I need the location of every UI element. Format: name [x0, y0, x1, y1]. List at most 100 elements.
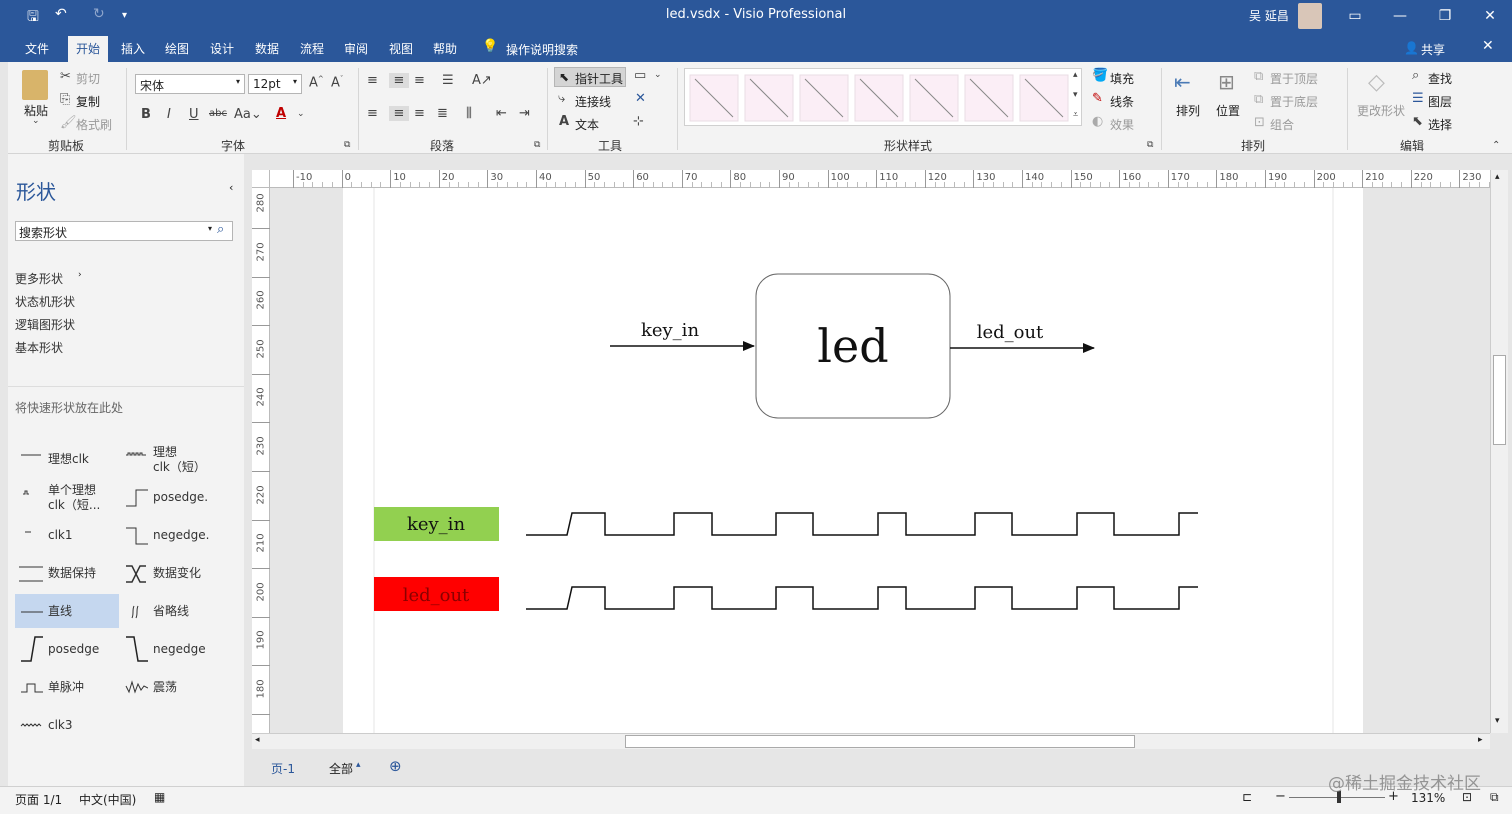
select-icon[interactable]: ⬉	[1412, 114, 1423, 129]
arrange-button[interactable]: 排列	[1176, 102, 1200, 119]
stencil-data-change[interactable]: 数据变化	[120, 556, 224, 590]
underline-icon[interactable]: U	[189, 107, 199, 122]
language-indicator[interactable]: 中文(中国)	[79, 791, 136, 808]
stencil-straight-line[interactable]: 直线	[15, 594, 119, 628]
gallery-scroll-down-icon[interactable]: ▾	[1073, 90, 1078, 100]
align-top-icon[interactable]: ≡	[367, 73, 378, 88]
tab-view[interactable]: 视图	[381, 38, 421, 59]
layers-button[interactable]: 图层	[1428, 93, 1452, 110]
align-middle-icon[interactable]: ≡	[389, 73, 409, 88]
position-button[interactable]: 位置	[1216, 102, 1240, 119]
align-bottom-icon[interactable]: ≡	[414, 73, 425, 88]
shape-style-swatches[interactable]	[685, 69, 1083, 127]
block-label[interactable]: led	[817, 319, 888, 373]
arrange-icon[interactable]: ⇤	[1174, 70, 1191, 94]
stencil-negedge[interactable]: negedge	[120, 632, 224, 666]
connector-icon[interactable]: ⤷	[558, 91, 565, 106]
tab-review[interactable]: 审阅	[336, 38, 376, 59]
decrease-indent-icon[interactable]: ⇤	[496, 106, 507, 121]
search-shapes-input[interactable]: 搜索形状 ▾ ⌕	[15, 221, 233, 241]
fill-icon[interactable]: 🪣	[1092, 68, 1108, 83]
close-x-icon[interactable]: ✕	[635, 91, 646, 106]
bring-front-icon[interactable]: ⧉	[1254, 69, 1263, 84]
format-painter-icon[interactable]: 🖌	[60, 115, 77, 130]
change-case-icon[interactable]: Aa⌄	[234, 107, 262, 122]
tab-data[interactable]: 数据	[247, 38, 287, 59]
presentation-mode-icon[interactable]: ⊏	[1242, 790, 1252, 804]
select-button[interactable]: 选择	[1428, 116, 1452, 133]
share-icon[interactable]: 👤	[1404, 41, 1419, 55]
shapes-dropdown-icon[interactable]: ⌄	[654, 70, 662, 80]
stencil-data-hold[interactable]: 数据保持	[15, 556, 119, 590]
tab-help[interactable]: 帮助	[425, 38, 465, 59]
all-pages-button[interactable]: 全部	[329, 760, 353, 777]
align-right-icon[interactable]: ≡	[414, 106, 425, 121]
align-left-icon[interactable]: ≡	[367, 106, 378, 121]
share-button[interactable]: 共享	[1421, 41, 1445, 58]
tab-draw[interactable]: 绘图	[157, 38, 197, 59]
key-in-signal-label[interactable]: key_in	[407, 514, 465, 535]
chevron-right-icon[interactable]: ›	[78, 270, 82, 280]
align-center-icon[interactable]: ≡	[389, 106, 409, 121]
search-dropdown-icon[interactable]: ▾	[208, 224, 212, 233]
stencil-ideal-clk[interactable]: 理想clk	[15, 442, 119, 476]
font-dialog-launcher-icon[interactable]: ⧉	[344, 140, 350, 150]
stencil-category-state-machine[interactable]: 状态机形状	[15, 293, 75, 310]
vertical-ruler[interactable]: 2802702602502402302202102001901800	[252, 188, 270, 764]
change-shape-icon[interactable]: ◇	[1368, 70, 1385, 95]
text-tool-button[interactable]: 文本	[575, 116, 599, 133]
find-icon[interactable]: ⌕	[1412, 68, 1419, 83]
diagram-svg[interactable]: key_in led led_out key_in led_out	[343, 188, 1363, 733]
send-back-button[interactable]: 置于底层	[1270, 93, 1318, 110]
stencil-oscillation[interactable]: 震荡	[120, 670, 224, 704]
ribbon-display-options-icon[interactable]: ▭	[1335, 4, 1375, 28]
scroll-down-icon[interactable]: ▾	[1495, 716, 1500, 726]
scroll-up-icon[interactable]: ▴	[1495, 172, 1500, 182]
vertical-scroll-thumb[interactable]	[1493, 355, 1506, 445]
minimize-button[interactable]: —	[1380, 4, 1420, 28]
connector-button[interactable]: 连接线	[575, 93, 611, 110]
group-icon[interactable]: ⊡	[1254, 115, 1265, 130]
tab-page-1[interactable]: 页-1	[271, 760, 295, 777]
font-color-dropdown-icon[interactable]: ⌄	[297, 109, 305, 119]
pointer-tool-button[interactable]: ⬉ 指针工具	[554, 67, 626, 87]
output-label[interactable]: led_out	[977, 322, 1044, 343]
copy-button[interactable]: 复制	[76, 93, 100, 110]
paragraph-dialog-launcher-icon[interactable]: ⧉	[534, 140, 540, 150]
line-icon[interactable]: ✎	[1092, 91, 1103, 106]
justify-icon[interactable]: ≣	[437, 106, 448, 121]
key-in-waveform[interactable]	[526, 512, 1198, 536]
stencil-single-pulse[interactable]: 单脉冲	[15, 670, 119, 704]
vertical-text-icon[interactable]: ⫼	[466, 106, 472, 121]
led-out-waveform[interactable]	[526, 586, 1198, 610]
text-tool-icon[interactable]: A	[559, 114, 569, 129]
avatar[interactable]	[1298, 3, 1322, 29]
collapse-pane-icon[interactable]: ‹	[229, 181, 233, 194]
decrease-font-icon[interactable]: Aˇ	[331, 75, 343, 90]
strikethrough-icon[interactable]: abc	[209, 108, 227, 119]
restore-button[interactable]: ❐	[1425, 4, 1465, 28]
close-ribbon-icon[interactable]: ✕	[1482, 38, 1494, 54]
scroll-left-icon[interactable]: ◂	[255, 735, 260, 745]
close-button[interactable]: ✕	[1470, 4, 1510, 28]
zoom-out-icon[interactable]: −	[1275, 789, 1286, 804]
cut-button[interactable]: 剪切	[76, 70, 100, 87]
macro-icon[interactable]: ▦	[154, 790, 165, 804]
increase-indent-icon[interactable]: ⇥	[519, 106, 530, 121]
effects-icon[interactable]: ◐	[1092, 114, 1103, 129]
tab-file[interactable]: 文件	[17, 38, 57, 59]
copy-icon[interactable]: ⎘	[60, 92, 70, 107]
horizontal-scroll-thumb[interactable]	[625, 735, 1135, 748]
stencil-category-basic[interactable]: 基本形状	[15, 339, 63, 356]
effects-button[interactable]: 效果	[1110, 116, 1134, 133]
stencil-category-logic[interactable]: 逻辑图形状	[15, 316, 75, 333]
fill-button[interactable]: 填充	[1110, 70, 1134, 87]
stencil-clk1[interactable]: clk1	[15, 518, 119, 552]
tab-process[interactable]: 流程	[292, 38, 332, 59]
font-size-select[interactable]: 12pt ▾	[248, 74, 302, 94]
horizontal-ruler[interactable]: -10 0 10 20 30 40 50 60 70 80 90 100 110 120 130 140 150…	[270, 170, 1500, 188]
bold-icon[interactable]: B	[141, 107, 151, 122]
tab-home[interactable]: 开始	[68, 36, 109, 62]
rectangle-icon[interactable]: ▭	[634, 68, 646, 83]
all-pages-caret-icon[interactable]: ▴	[356, 760, 361, 770]
